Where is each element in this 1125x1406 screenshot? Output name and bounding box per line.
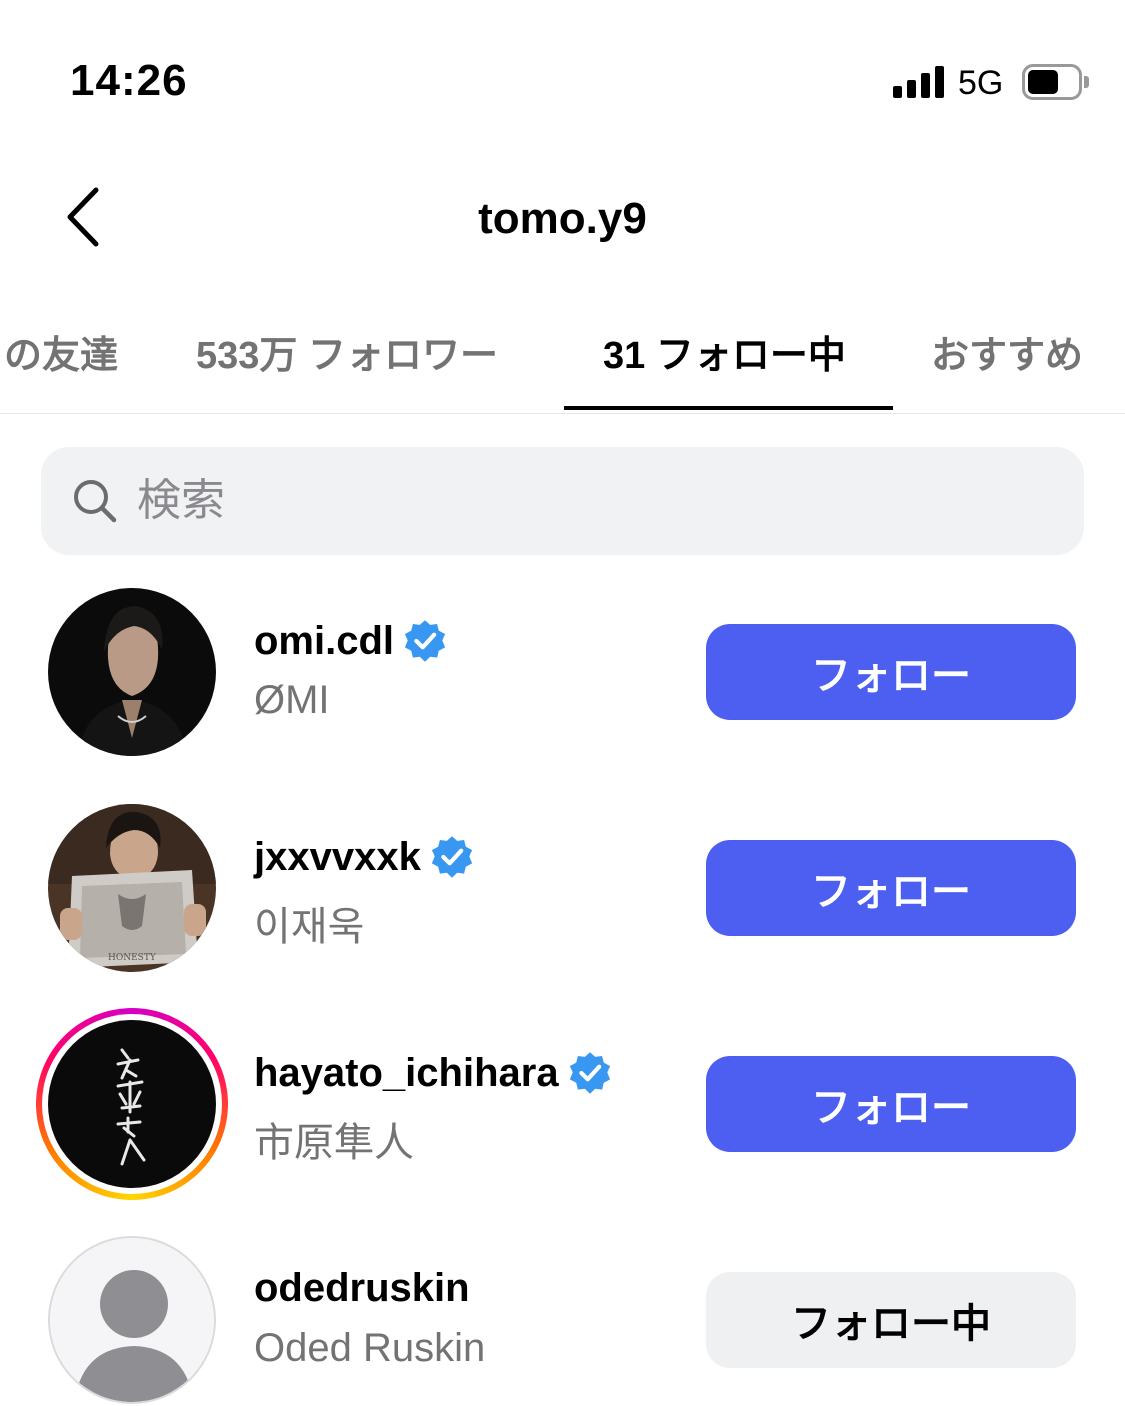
- avatar-with-story-ring[interactable]: [36, 1008, 228, 1200]
- avatar[interactable]: [48, 588, 216, 756]
- username[interactable]: omi.cdl: [254, 619, 394, 664]
- username[interactable]: odedruskin: [254, 1266, 470, 1311]
- tab-followers[interactable]: 533万 フォロワー: [196, 324, 498, 379]
- username[interactable]: hayato_ichihara: [254, 1051, 559, 1096]
- header: tomo.y9: [0, 160, 1125, 280]
- full-name: 市原隼人: [254, 1121, 414, 1165]
- following-button[interactable]: フォロー中: [706, 1272, 1076, 1368]
- default-avatar-icon[interactable]: [48, 1236, 216, 1404]
- svg-text:HONESTY: HONESTY: [108, 953, 157, 963]
- user-row[interactable]: omi.cdl ØMI フォロー: [0, 588, 1125, 788]
- follow-button[interactable]: フォロー: [706, 1056, 1076, 1152]
- avatar[interactable]: HONESTY: [48, 804, 216, 972]
- battery-icon: [1022, 64, 1089, 100]
- full-name: Oded Ruskin: [254, 1326, 486, 1370]
- search-icon: [74, 480, 117, 523]
- page-title: tomo.y9: [478, 194, 647, 243]
- verified-badge-icon: [569, 1052, 610, 1094]
- user-row[interactable]: hayato_ichihara 市原隼人 フォロー: [0, 1008, 1125, 1220]
- status-bar: 14:26 5G: [0, 0, 1125, 160]
- active-tab-indicator: [564, 406, 893, 410]
- full-name: ØMI: [254, 678, 330, 722]
- follow-button[interactable]: フォロー: [706, 840, 1076, 936]
- network-type: 5G: [958, 64, 1004, 102]
- follow-button[interactable]: フォロー: [706, 624, 1076, 720]
- tab-mutual-friends[interactable]: の友達: [4, 324, 118, 379]
- verified-badge-icon: [404, 620, 446, 662]
- user-row[interactable]: HONESTY jxxvvxxk 이재욱 フォロー: [0, 804, 1125, 1004]
- tab-bar: の友達 533万 フォロワー 31 フォロー中 おすすめ: [0, 310, 1125, 414]
- tab-following[interactable]: 31 フォロー中: [603, 324, 846, 379]
- user-row[interactable]: odedruskin Oded Ruskin フォロー中: [0, 1236, 1125, 1406]
- search-bar[interactable]: [41, 447, 1084, 555]
- status-time: 14:26: [70, 56, 188, 105]
- tab-suggested[interactable]: おすすめ: [931, 324, 1083, 379]
- cellular-signal-icon: [893, 66, 945, 98]
- screen: 14:26 5G tomo.y9 の友達 533万 フォロワー 31 フォロー中…: [0, 0, 1125, 1406]
- full-name: 이재욱: [254, 905, 365, 949]
- username[interactable]: jxxvvxxk: [254, 835, 421, 880]
- search-input[interactable]: [137, 467, 1037, 535]
- verified-badge-icon: [431, 836, 472, 878]
